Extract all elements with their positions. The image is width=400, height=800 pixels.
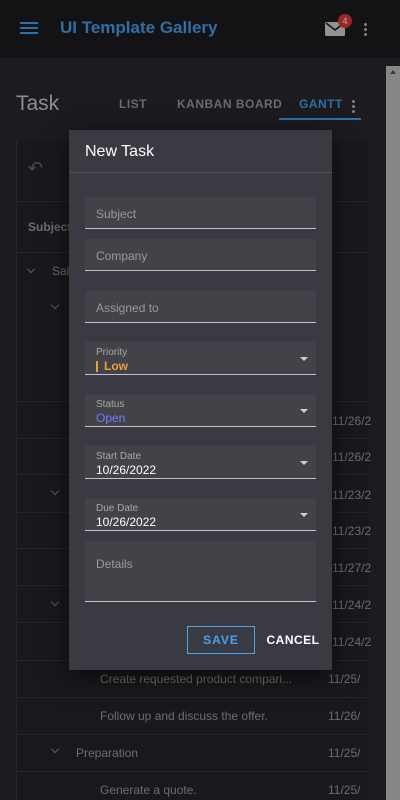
priority-label: Priority xyxy=(96,347,128,358)
start-date-value: 10/26/2022 xyxy=(96,463,157,477)
priority-value: Low xyxy=(104,359,128,373)
priority-indicator xyxy=(96,361,98,372)
subject-placeholder: Subject xyxy=(96,207,137,221)
subject-field[interactable]: Subject xyxy=(85,197,316,229)
cancel-button[interactable]: CANCEL xyxy=(261,626,325,654)
company-placeholder: Company xyxy=(96,249,148,263)
status-value: Open xyxy=(96,411,126,425)
start-date-field[interactable]: Start Date 10/26/2022 xyxy=(85,446,316,479)
caret-down-icon xyxy=(300,357,308,361)
caret-down-icon xyxy=(300,461,308,465)
assigned-to-placeholder: Assigned to xyxy=(96,301,159,315)
new-task-dialog: New Task Subject Company Assigned to Pri… xyxy=(69,130,332,670)
due-date-field[interactable]: Due Date 10/26/2022 xyxy=(85,498,316,531)
details-field[interactable]: Details xyxy=(85,541,316,602)
status-select[interactable]: Status Open xyxy=(85,394,316,427)
company-field[interactable]: Company xyxy=(85,239,316,271)
status-label: Status xyxy=(96,399,125,410)
save-button[interactable]: SAVE xyxy=(187,626,255,654)
assigned-to-field[interactable]: Assigned to xyxy=(85,291,316,323)
caret-down-icon xyxy=(300,409,308,413)
start-date-label: Start Date xyxy=(96,451,142,462)
priority-select[interactable]: Priority Low xyxy=(85,342,316,375)
caret-down-icon xyxy=(300,513,308,517)
dialog-title: New Task xyxy=(85,143,155,160)
dialog-divider xyxy=(69,172,332,173)
due-date-label: Due Date xyxy=(96,503,139,514)
details-placeholder: Details xyxy=(96,557,133,571)
due-date-value: 10/26/2022 xyxy=(96,515,157,529)
